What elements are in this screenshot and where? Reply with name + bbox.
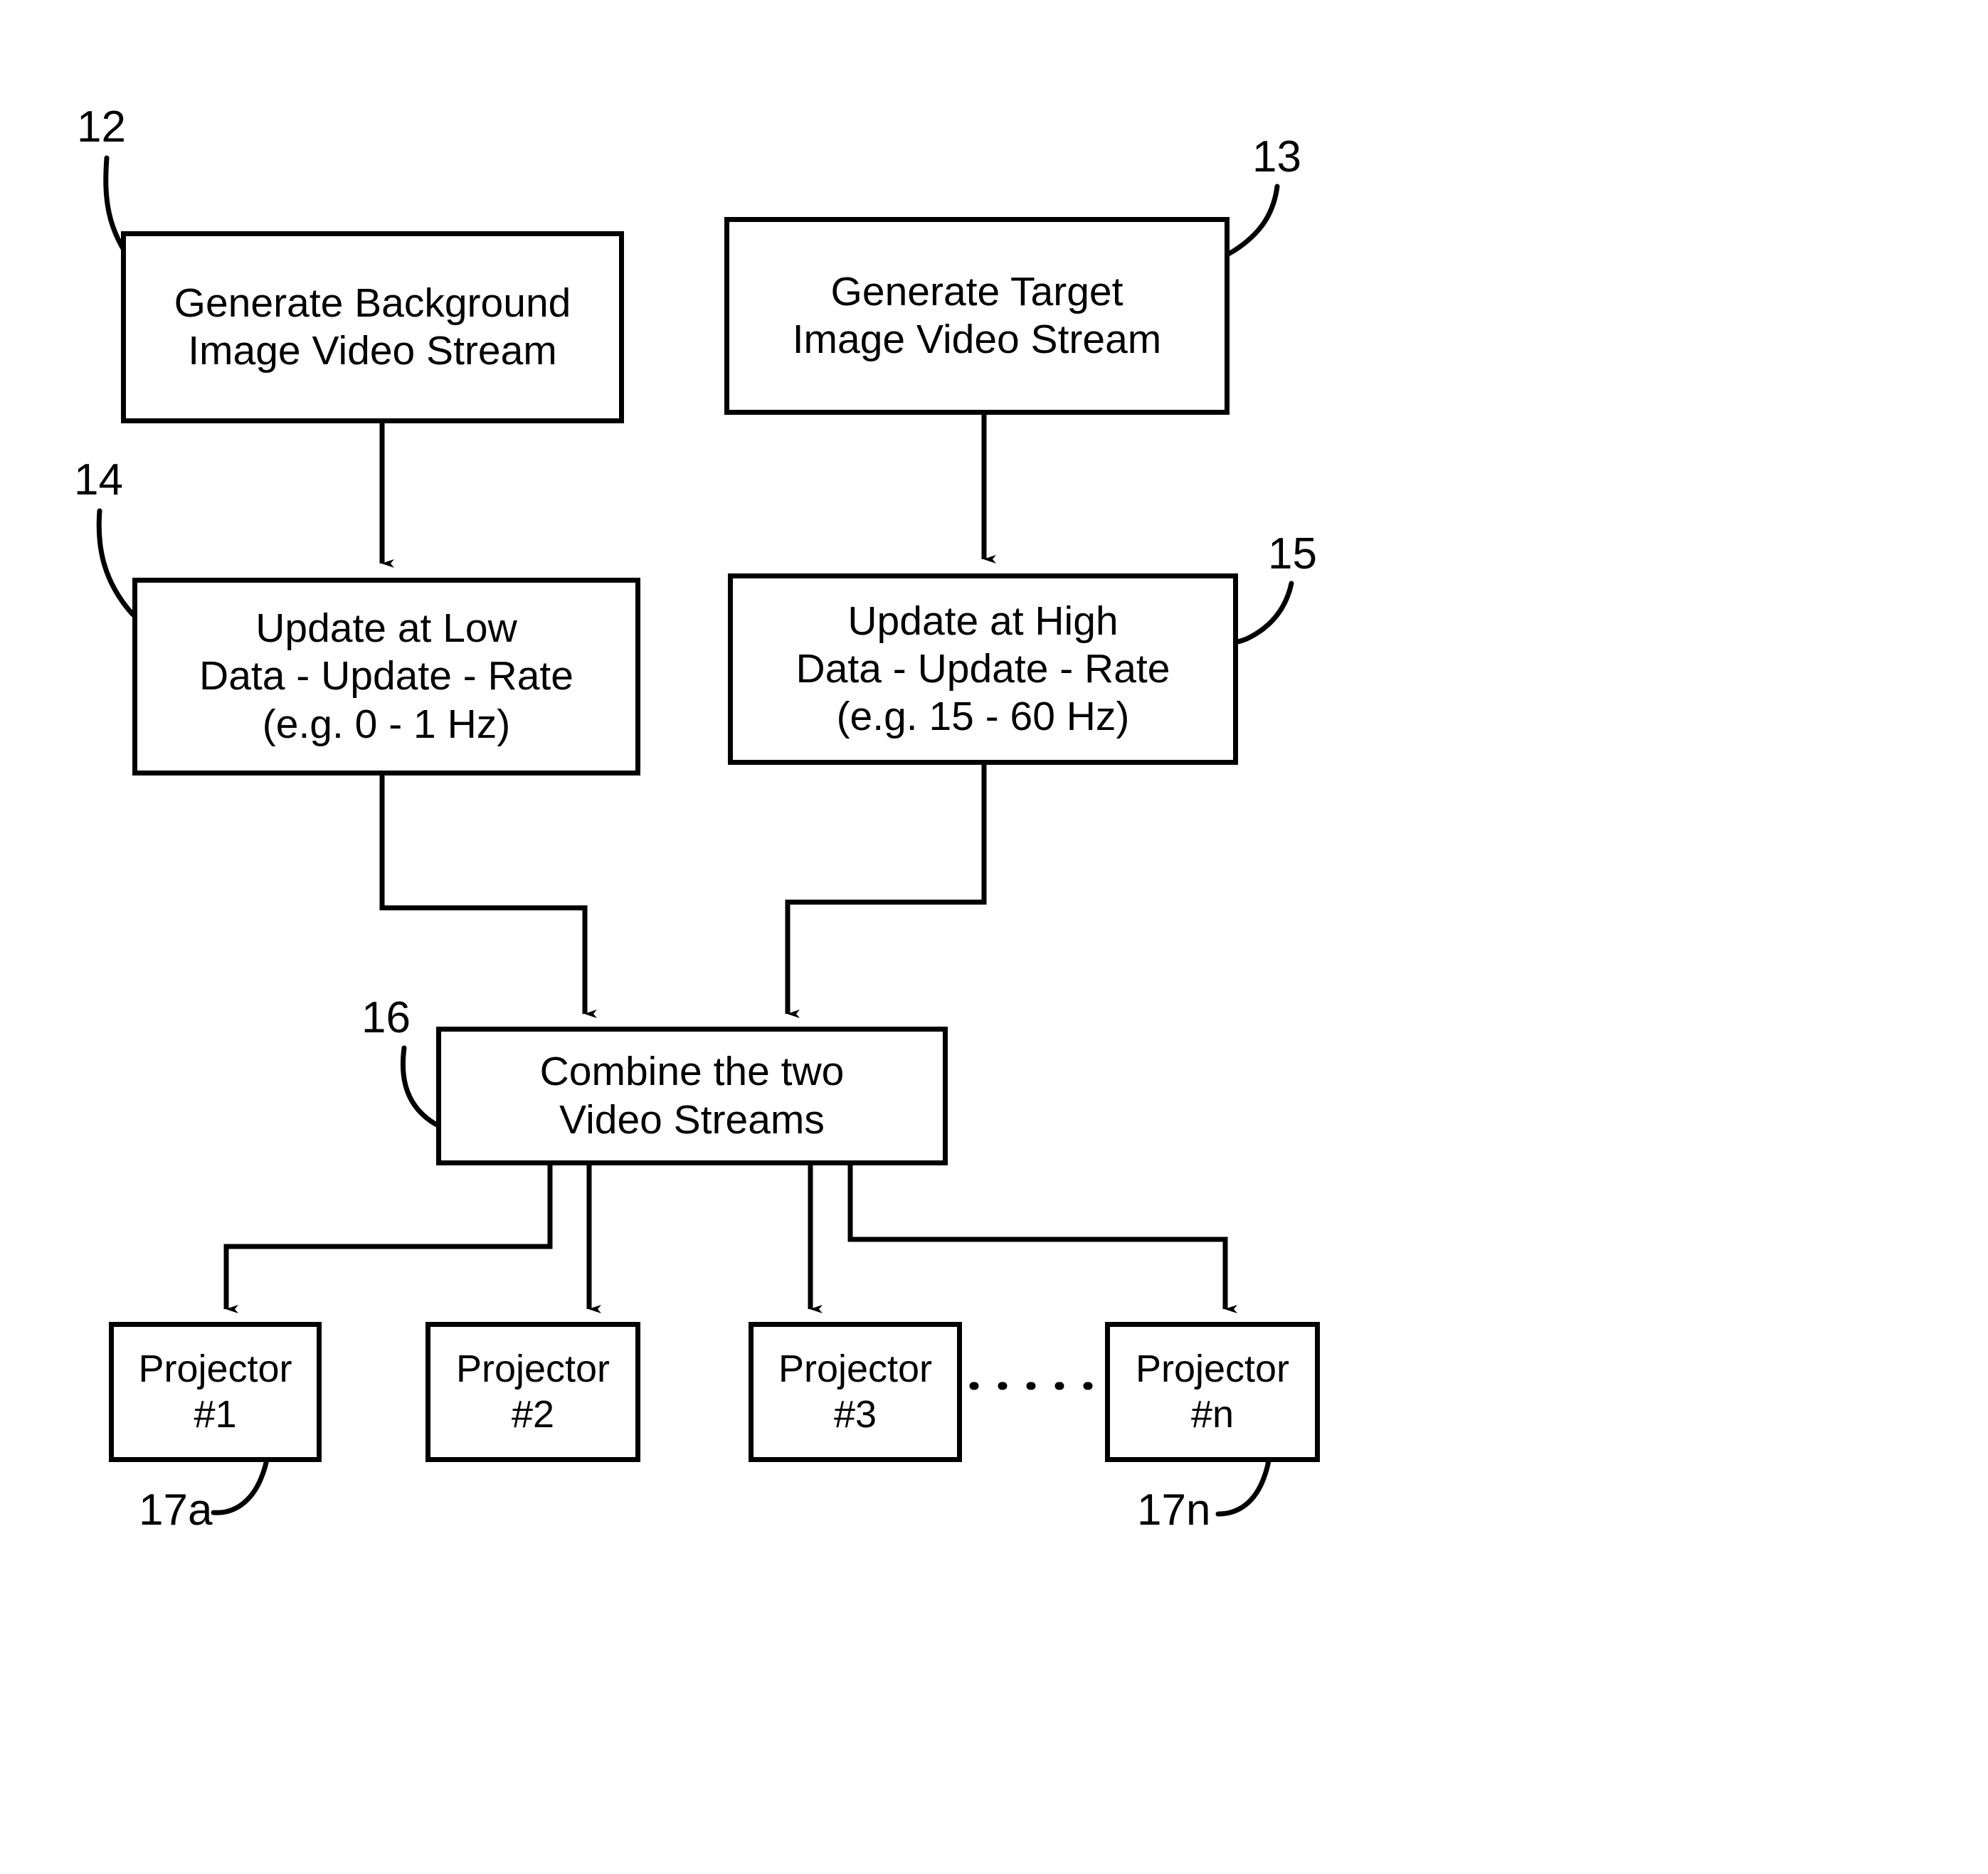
node-label-line2: Video Streams: [559, 1096, 825, 1143]
node-update-high-rate[interactable]: Update at High Data - Update - Rate (e.g…: [728, 573, 1238, 765]
projector-label-line1: Projector: [778, 1347, 933, 1390]
projector-label-line2: #2: [511, 1392, 555, 1436]
ref-label-16: 16: [361, 993, 411, 1042]
node-combine-streams[interactable]: Combine the two Video Streams: [436, 1027, 948, 1165]
node-projector-3[interactable]: Projector #3: [749, 1322, 962, 1462]
node-label-line2: Image Video Stream: [188, 328, 557, 374]
node-projector-2[interactable]: Projector #2: [425, 1322, 640, 1462]
node-generate-background[interactable]: Generate Background Image Video Stream: [121, 231, 624, 423]
connector-combine-to-projn: [847, 1165, 1237, 1313]
node-label-line1: Update at Low: [255, 605, 517, 652]
figure-canvas: Generate Background Image Video Stream 1…: [0, 0, 1988, 1874]
projector-label-line2: #1: [194, 1392, 237, 1436]
node-update-low-rate[interactable]: Update at Low Data - Update - Rate (e.g.…: [132, 578, 640, 775]
node-projector-1[interactable]: Projector #1: [109, 1322, 322, 1462]
ref-label-17n: 17n: [1137, 1486, 1211, 1535]
node-label-line1: Update at High: [847, 598, 1119, 644]
node-label-line2: Image Video Stream: [792, 317, 1162, 362]
projector-label-line1: Projector: [455, 1347, 610, 1390]
node-generate-target[interactable]: Generate Target Image Video Stream: [724, 217, 1230, 415]
connector-high-to-combine: [785, 765, 987, 1018]
ref-label-15: 15: [1268, 529, 1317, 578]
node-projector-n[interactable]: Projector #n: [1105, 1322, 1320, 1462]
projector-label-line2: #3: [833, 1392, 877, 1436]
node-label-line3: (e.g. 0 - 1 Hz): [262, 701, 511, 747]
ref-label-17a: 17a: [139, 1486, 213, 1535]
ref-label-12: 12: [77, 102, 126, 152]
projector-label-line2: #n: [1190, 1392, 1234, 1436]
connector-combine-to-proj1: [223, 1165, 553, 1313]
connector-low-to-combine: [379, 775, 597, 1018]
projector-label-line1: Projector: [138, 1347, 292, 1390]
node-label-line1: Generate Target: [830, 268, 1123, 314]
node-label-line2: Data - Update - Rate: [795, 645, 1170, 692]
node-label-line2: Data - Update - Rate: [199, 653, 573, 699]
ref-label-14: 14: [74, 455, 123, 504]
node-label-line1: Combine the two: [539, 1049, 845, 1095]
node-label-line1: Generate Background: [174, 280, 571, 326]
projector-label-line1: Projector: [1135, 1347, 1290, 1390]
node-label-line3: (e.g. 15 - 60 Hz): [836, 694, 1130, 740]
ref-label-13: 13: [1252, 132, 1301, 181]
